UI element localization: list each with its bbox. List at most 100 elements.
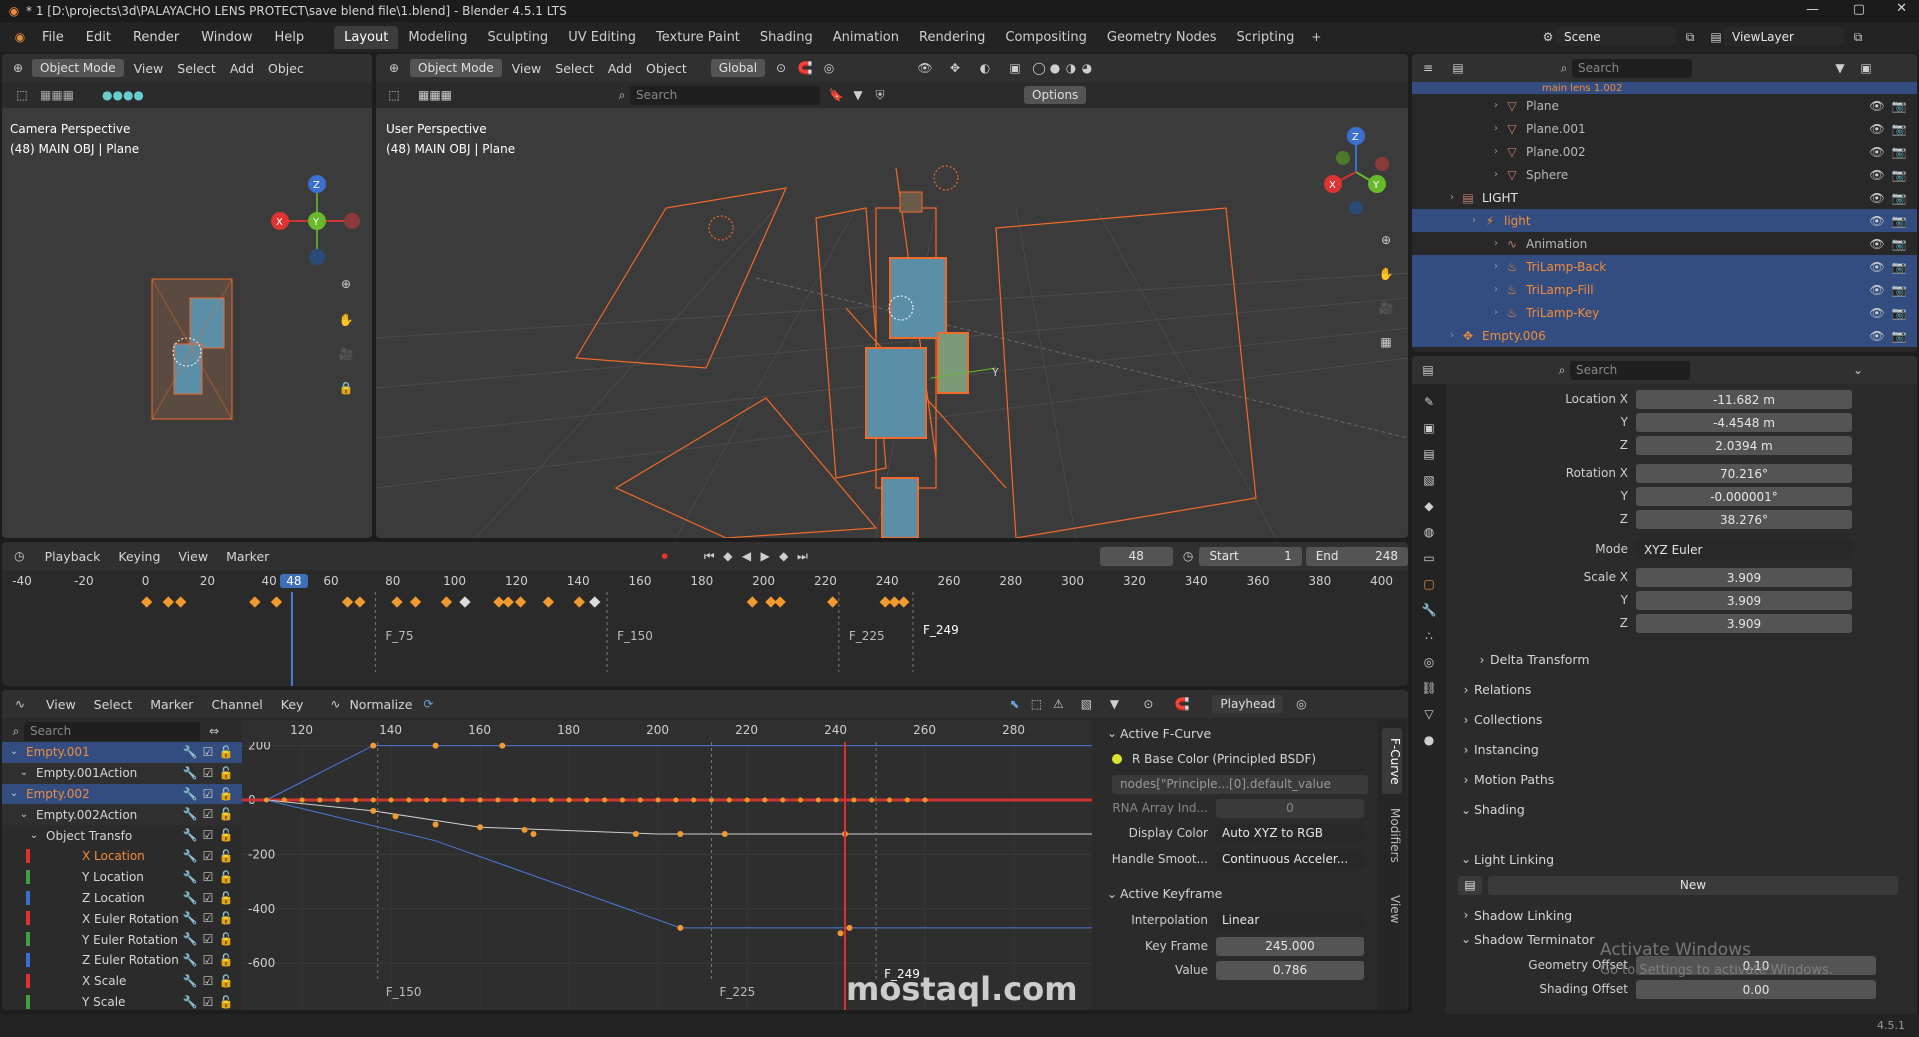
graph-keyframe[interactable]: [691, 797, 697, 803]
view-layer-tab-icon[interactable]: ▧: [1421, 472, 1437, 488]
nav-gizmo[interactable]: Z X Y: [1311, 124, 1401, 214]
lock-icon[interactable]: 🔓: [218, 765, 234, 781]
checkbox-icon[interactable]: ☑: [200, 931, 216, 947]
lock-icon[interactable]: 🔓: [218, 910, 234, 926]
lock-icon[interactable]: 🔓: [218, 973, 234, 989]
modifier-icon[interactable]: 🔧: [182, 848, 198, 864]
bookmark-icon[interactable]: 🔖: [828, 87, 844, 103]
channel-row[interactable]: ⌄ Empty.002 🔧 ☑ 🔓: [2, 783, 242, 805]
expand-icon[interactable]: ›: [1412, 192, 1454, 203]
new-collection-icon[interactable]: ▣: [1858, 60, 1874, 76]
filter-icon[interactable]: ▼: [1832, 60, 1848, 76]
filter-icon[interactable]: ▼: [1106, 696, 1122, 712]
outliner-item[interactable]: › ✥ Empty.006 👁 📷: [1412, 324, 1917, 347]
expand-icon[interactable]: ›: [1412, 261, 1498, 272]
outliner-item[interactable]: › ⚡ light 👁 📷: [1412, 209, 1917, 232]
checkbox-icon[interactable]: ☑: [200, 786, 216, 802]
graph-keyframe[interactable]: [392, 813, 399, 820]
lock-icon[interactable]: 🔓: [218, 848, 234, 864]
eye-icon[interactable]: 👁: [1869, 98, 1885, 114]
checkbox-icon[interactable]: ☑: [200, 744, 216, 760]
location-z-field[interactable]: 2.0394 m: [1636, 436, 1852, 455]
channel-row[interactable]: Z Location 🔧 ☑ 🔓: [2, 887, 242, 909]
eye-icon[interactable]: 👁: [1869, 282, 1885, 298]
graph-keyframe[interactable]: [721, 831, 728, 837]
eye-icon[interactable]: 👁: [1869, 190, 1885, 206]
keyframe[interactable]: [459, 596, 471, 608]
graph-keyframe[interactable]: [370, 807, 377, 814]
gizmo-icon[interactable]: ✥: [947, 60, 963, 76]
chevron-down-icon[interactable]: ⌄: [1850, 362, 1866, 378]
snap-icon[interactable]: 🧲: [797, 60, 813, 76]
keyframe[interactable]: [542, 596, 555, 608]
scene-icon[interactable]: ⚙: [1540, 29, 1556, 45]
outliner-item[interactable]: › ∿ Animation 👁 📷: [1412, 232, 1917, 255]
keyframe[interactable]: [573, 596, 585, 608]
keyframe[interactable]: [514, 596, 527, 608]
graph-keyframe[interactable]: [424, 797, 430, 803]
sidebar-tab-f-curve[interactable]: F-Curve: [1382, 728, 1402, 794]
location-x-field[interactable]: -11.682 m: [1636, 390, 1852, 409]
graph-keyframe[interactable]: [281, 797, 287, 803]
scene-tab-icon[interactable]: ◆: [1421, 498, 1437, 514]
scale-x-field[interactable]: 3.909: [1636, 568, 1852, 587]
graph-keyframe[interactable]: [602, 797, 608, 803]
viewport-menu-add[interactable]: Add: [608, 61, 632, 76]
outliner-search[interactable]: Search: [1572, 58, 1692, 78]
workspace-tab-rendering[interactable]: Rendering: [909, 26, 995, 49]
new-button[interactable]: New: [1488, 875, 1898, 895]
keyframe[interactable]: [898, 596, 910, 608]
graph-keyframe[interactable]: [762, 797, 768, 803]
viewlayer-field[interactable]: ViewLayer: [1724, 27, 1844, 46]
keyframe[interactable]: [409, 596, 422, 608]
graph-keyframe[interactable]: [677, 831, 684, 837]
key-frame-field[interactable]: 245.000: [1216, 936, 1364, 956]
graph-keyframe[interactable]: [352, 797, 358, 803]
scale-y-field[interactable]: 3.909: [1636, 591, 1852, 610]
modifier-icon[interactable]: 🔧: [182, 973, 198, 989]
swap-icon[interactable]: ⇔: [206, 723, 222, 739]
modifier-icon[interactable]: 🔧: [182, 869, 198, 885]
checkbox-icon[interactable]: ☑: [200, 994, 216, 1010]
section-motion-paths[interactable]: › Motion Paths: [1458, 766, 1908, 792]
outliner-item[interactable]: › ♨ TriLamp-Fill 👁 📷: [1412, 278, 1917, 301]
render-camera-icon[interactable]: 📷: [1891, 236, 1907, 252]
camera-icon[interactable]: 🎥: [338, 346, 354, 362]
graph-menu-select[interactable]: Select: [94, 697, 133, 712]
pivot-icon[interactable]: ⊙: [773, 60, 789, 76]
lock-icon[interactable]: 🔓: [218, 994, 234, 1010]
minimize-icon[interactable]: —: [1806, 2, 1819, 17]
modifier-icon[interactable]: 🔧: [182, 910, 198, 926]
jump-end-icon[interactable]: ⏭: [795, 548, 810, 564]
ghost-icon[interactable]: ▧: [1078, 696, 1094, 712]
modifier-tab-icon[interactable]: 🔧: [1421, 602, 1437, 618]
render-camera-icon[interactable]: 📷: [1891, 259, 1907, 275]
channel-row[interactable]: Y Euler Rotation 🔧 ☑ 🔓: [2, 929, 242, 950]
modifier-icon[interactable]: 🔧: [182, 827, 198, 843]
menu-render[interactable]: Render: [133, 30, 179, 45]
graph-editor[interactable]: ∿ View Select Marker Channel Key ∿ Normalize…: [2, 690, 1408, 1010]
graph-keyframe[interactable]: [851, 797, 857, 803]
workspace-tab-geometry-nodes[interactable]: Geometry Nodes: [1097, 26, 1227, 49]
render-camera-icon[interactable]: 📷: [1891, 167, 1907, 183]
graph-keyframe[interactable]: [566, 797, 572, 803]
timeline-menu-keying[interactable]: Keying: [118, 549, 160, 564]
rotation-z-field[interactable]: 38.276°: [1636, 510, 1852, 529]
viewport-menu-select[interactable]: Select: [555, 61, 594, 76]
graph-keyframe[interactable]: [677, 924, 684, 931]
tool-tab-icon[interactable]: ✎: [1421, 394, 1437, 410]
graph-keyframe[interactable]: [370, 797, 376, 803]
xray-icon[interactable]: ▣: [1007, 60, 1023, 76]
expand-icon[interactable]: ›: [1412, 330, 1454, 341]
expand-icon[interactable]: [36, 994, 52, 1010]
play-icon[interactable]: ▶: [758, 548, 773, 564]
checkbox-icon[interactable]: ☑: [200, 765, 216, 781]
expand-icon[interactable]: ⌄: [6, 744, 22, 760]
keyframe[interactable]: [391, 596, 403, 608]
shading-offset-field[interactable]: 0.00: [1636, 980, 1876, 999]
expand-icon[interactable]: ⌄: [6, 786, 22, 802]
prev-key-icon[interactable]: ◆: [721, 548, 736, 564]
visibility-icon[interactable]: 👁: [917, 60, 933, 76]
timeline-menu-view[interactable]: View: [178, 549, 208, 564]
graph-menu-marker[interactable]: Marker: [150, 697, 193, 712]
